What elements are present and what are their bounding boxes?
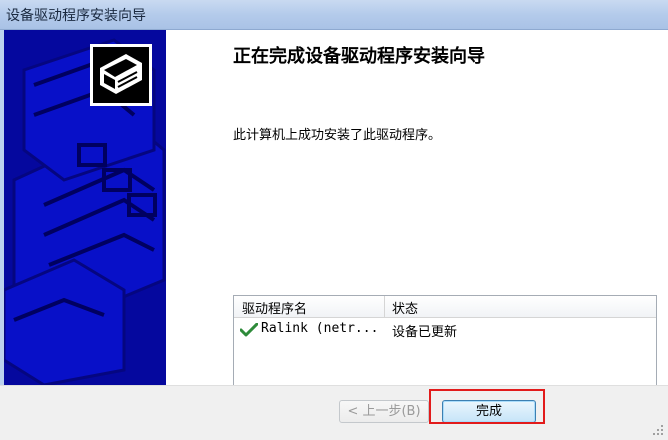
finish-button[interactable]: 完成 xyxy=(442,400,536,423)
green-checkmark-icon xyxy=(239,322,259,341)
driver-list-header: 驱动程序名 状态 xyxy=(234,296,656,318)
window-title: 设备驱动程序安装向导 xyxy=(6,8,146,24)
wizard-heading: 正在完成设备驱动程序安装向导 xyxy=(233,46,485,67)
title-bar: 设备驱动程序安装向导 xyxy=(0,0,668,30)
wizard-banner xyxy=(4,30,166,385)
column-header-driver-name[interactable]: 驱动程序名 xyxy=(242,298,307,317)
wizard-banner-graphic xyxy=(4,30,166,385)
hardware-wizard-icon xyxy=(90,44,152,106)
driver-row[interactable]: Ralink (netr... 设备已更新 xyxy=(234,320,656,340)
column-header-status[interactable]: 状态 xyxy=(392,298,418,317)
resize-grip-icon[interactable] xyxy=(650,422,664,436)
back-button[interactable]: < 上一步(B) xyxy=(339,400,429,423)
column-divider[interactable] xyxy=(384,296,385,317)
driver-list[interactable]: 驱动程序名 状态 Ralink (netr... 设备已更新 xyxy=(233,295,657,386)
success-message: 此计算机上成功安装了此驱动程序。 xyxy=(233,128,442,143)
driver-status: 设备已更新 xyxy=(392,325,458,340)
driver-name: Ralink (netr... xyxy=(261,321,379,336)
wizard-footer xyxy=(0,385,668,440)
